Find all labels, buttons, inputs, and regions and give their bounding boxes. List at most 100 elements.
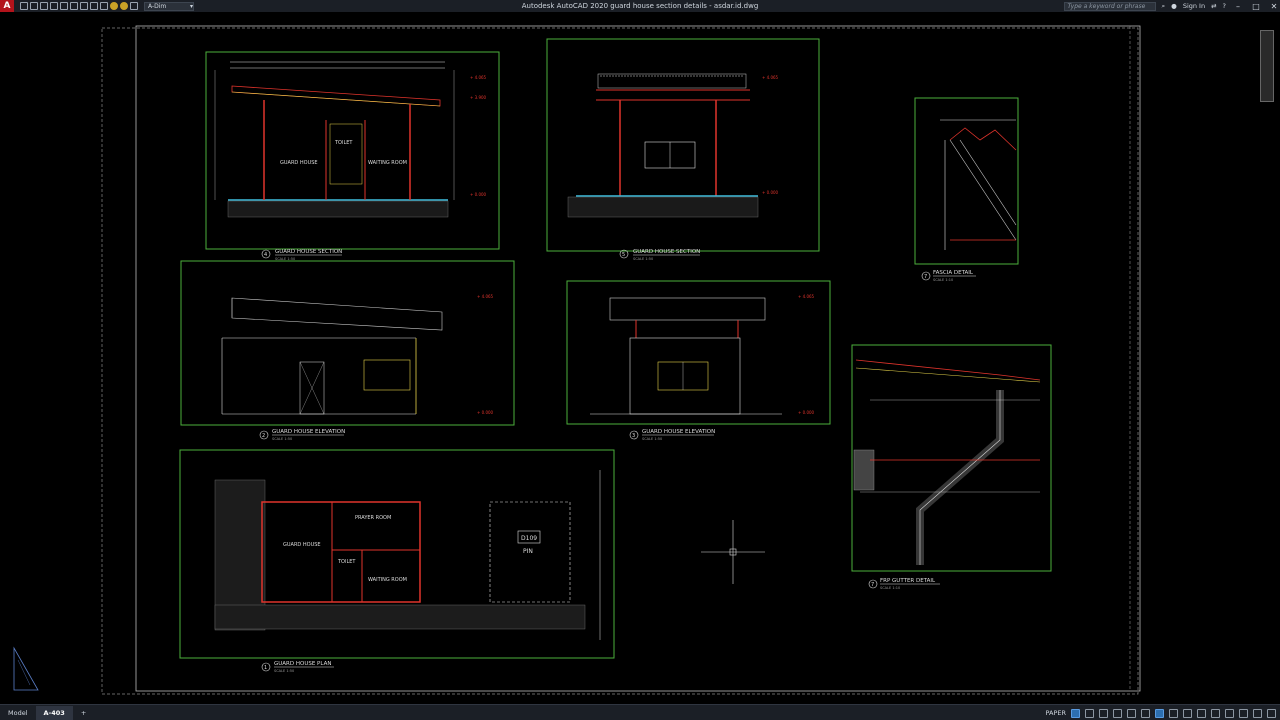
plan-room-waiting: WAITING ROOM <box>368 577 407 583</box>
maximize-button[interactable]: □ <box>1250 2 1262 11</box>
hardware-acceleration-icon[interactable] <box>1239 708 1248 718</box>
polar-icon[interactable] <box>1113 708 1122 718</box>
svg-text:GUARD HOUSE SECTION: GUARD HOUSE SECTION <box>275 249 342 255</box>
user-icon[interactable]: ● <box>1171 2 1177 10</box>
transparency-icon[interactable] <box>1155 708 1164 718</box>
plan-room-toilet: TOILET <box>337 559 356 565</box>
selection-cycling-icon[interactable] <box>1169 708 1178 718</box>
section-1-viewport[interactable]: TOILET GUARD HOUSE WAITING ROOM + 4.065 … <box>205 51 500 250</box>
sign-in-link[interactable]: Sign In <box>1183 2 1205 10</box>
ucs-icon <box>13 646 39 691</box>
paper-space-toggle[interactable]: PAPER <box>1046 709 1067 717</box>
snap-icon[interactable] <box>1085 708 1094 718</box>
workspace-select[interactable]: A-Dim ▾ <box>144 1 194 11</box>
undo-icon[interactable] <box>90 2 98 10</box>
osnap-icon[interactable] <box>1127 708 1136 718</box>
room-label-waiting-room: WAITING ROOM <box>368 160 407 166</box>
gutter-detail-viewport[interactable] <box>851 344 1052 572</box>
tab-layout-a403[interactable]: A-403 <box>35 705 73 720</box>
sun-icon[interactable] <box>120 2 128 10</box>
svg-text:+ 0.000: + 0.000 <box>762 190 779 195</box>
title-bar: A A-Dim ▾ Autodesk AutoCAD 2020 guard hou… <box>0 0 1280 12</box>
add-layout-button[interactable]: + <box>73 706 94 720</box>
drawing-canvas[interactable]: TOILET GUARD HOUSE WAITING ROOM + 4.065 … <box>0 12 1280 704</box>
svg-text:+ 0.000: + 0.000 <box>470 192 487 197</box>
svg-text:SCALE 1:10: SCALE 1:10 <box>933 278 953 282</box>
room-label-guard-house: GUARD HOUSE <box>280 160 318 166</box>
svg-text:SCALE 1:50: SCALE 1:50 <box>272 437 292 441</box>
workspace-value: A-Dim <box>148 2 167 10</box>
status-bar: Model A-403 + PAPER <box>0 704 1280 720</box>
search-input[interactable]: Type a keyword or phrase <box>1063 1 1156 11</box>
tab-model[interactable]: Model <box>0 706 36 720</box>
save-as-icon[interactable] <box>50 2 58 10</box>
plan-tag: D109 <box>521 535 537 542</box>
elevation-1-viewport[interactable]: + 4.065 + 0.000 <box>180 260 515 426</box>
svg-text:2: 2 <box>262 433 265 439</box>
gutter-detail-title: 7 FRP GUTTER DETAIL SCALE 1:10 <box>868 578 940 590</box>
grid-icon[interactable] <box>1071 708 1080 718</box>
clean-screen-icon[interactable] <box>1253 708 1262 718</box>
svg-text:GUARD HOUSE ELEVATION: GUARD HOUSE ELEVATION <box>272 429 345 435</box>
status-tools: PAPER <box>1046 705 1276 720</box>
svg-text:FRP GUTTER DETAIL: FRP GUTTER DETAIL <box>880 578 936 584</box>
elevation-1-title: 2 GUARD HOUSE ELEVATION SCALE 1:50 <box>259 429 345 441</box>
drawing-svg: TOILET GUARD HOUSE WAITING ROOM + 4.065 … <box>13 25 1141 695</box>
title-bar-right: Type a keyword or phrase ⌕ ● Sign In ⇄ ?… <box>1063 0 1280 12</box>
svg-text:4: 4 <box>264 252 267 258</box>
svg-text:GUARD HOUSE ELEVATION: GUARD HOUSE ELEVATION <box>642 429 715 435</box>
dropdown-arrow-icon: ▾ <box>189 2 193 10</box>
svg-text:5: 5 <box>622 252 625 258</box>
help-icon[interactable]: ? <box>1223 2 1226 10</box>
plan-viewport[interactable]: D109 PIN PRAYER ROOM GUARD HOUSE TOILET … <box>179 449 615 659</box>
annotation-scale-icon[interactable] <box>1183 708 1192 718</box>
plot-icon[interactable] <box>80 2 88 10</box>
elevation-2-viewport[interactable]: + 4.065 + 0.000 <box>566 280 831 425</box>
fascia-detail-title: 7 FASCIA DETAIL SCALE 1:10 <box>921 270 976 282</box>
isolate-icon[interactable] <box>1225 708 1234 718</box>
section-1-title: 4 GUARD HOUSE SECTION SCALE 1:50 <box>261 249 342 261</box>
svg-text:7: 7 <box>871 582 874 588</box>
quick-access-toolbar <box>20 2 138 10</box>
ortho-icon[interactable] <box>1099 708 1108 718</box>
section-2-viewport[interactable]: + 4.065 + 0.000 <box>546 38 820 252</box>
binoculars-icon[interactable]: ⌕ <box>1162 2 1166 11</box>
svg-text:+ 4.065: + 4.065 <box>798 294 815 299</box>
svg-text:+ 0.000: + 0.000 <box>477 410 494 415</box>
plan-tag-sub: PIN <box>523 548 533 555</box>
svg-text:FASCIA DETAIL: FASCIA DETAIL <box>933 270 974 276</box>
workspace-switch-icon[interactable] <box>1197 708 1206 718</box>
svg-text:GUARD HOUSE PLAN: GUARD HOUSE PLAN <box>274 661 331 667</box>
cloud-open-icon[interactable] <box>60 2 68 10</box>
light-bulb-icon[interactable] <box>110 2 118 10</box>
save-icon[interactable] <box>40 2 48 10</box>
svg-text:3: 3 <box>632 433 635 439</box>
svg-text:GUARD HOUSE SECTION: GUARD HOUSE SECTION <box>633 249 700 255</box>
cursor-crosshair <box>701 520 765 584</box>
svg-text:+ 3.900: + 3.900 <box>470 95 487 100</box>
room-label-toilet: TOILET <box>334 140 353 146</box>
svg-text:+ 0.000: + 0.000 <box>798 410 815 415</box>
exchange-icon[interactable]: ⇄ <box>1211 2 1216 10</box>
new-icon[interactable] <box>20 2 28 10</box>
cloud-save-icon[interactable] <box>70 2 78 10</box>
gear-icon[interactable] <box>1211 708 1220 718</box>
svg-text:SCALE 1:10: SCALE 1:10 <box>880 586 900 590</box>
navigation-bar[interactable] <box>1260 30 1274 102</box>
fascia-detail-viewport[interactable] <box>914 97 1019 265</box>
close-button[interactable]: ✕ <box>1268 2 1280 11</box>
svg-text:1: 1 <box>264 665 267 671</box>
svg-text:SCALE 1:50: SCALE 1:50 <box>275 257 295 261</box>
layer-icon[interactable] <box>130 2 138 10</box>
open-icon[interactable] <box>30 2 38 10</box>
svg-text:SCALE 1:50: SCALE 1:50 <box>274 669 294 673</box>
svg-text:7: 7 <box>924 274 927 280</box>
lineweight-icon[interactable] <box>1141 708 1150 718</box>
sheet-border <box>135 25 1141 692</box>
elevation-2-title: 3 GUARD HOUSE ELEVATION SCALE 1:50 <box>629 429 715 441</box>
customization-menu-icon[interactable] <box>1267 708 1276 718</box>
autocad-logo-icon[interactable]: A <box>0 0 14 12</box>
svg-text:+ 4.065: + 4.065 <box>762 75 779 80</box>
redo-icon[interactable] <box>100 2 108 10</box>
minimize-button[interactable]: – <box>1232 2 1244 11</box>
